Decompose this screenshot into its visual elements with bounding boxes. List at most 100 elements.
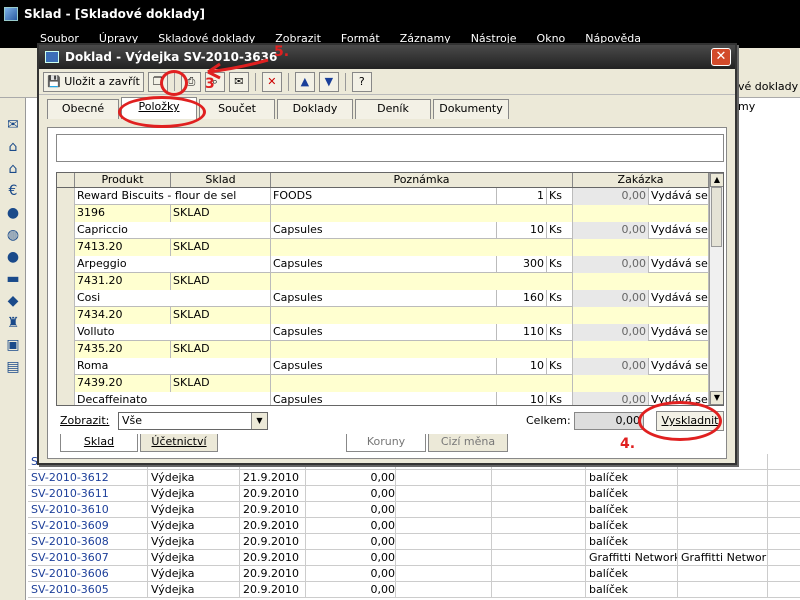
item-store[interactable]: SKLAD (171, 375, 271, 392)
item-unit[interactable]: Ks (547, 222, 573, 239)
bank-icon[interactable]: ⌂ (4, 138, 22, 156)
item-code[interactable]: 7439.20 (75, 375, 171, 392)
shape-icon[interactable]: ◆ (4, 292, 22, 310)
item-code[interactable]: 3196 (75, 205, 171, 222)
item-price[interactable]: 0,00 (573, 324, 649, 341)
item-row[interactable]: Volluto Capsules 110 Ks 0,00 Vydává se (57, 324, 723, 341)
tab-koruny[interactable]: Koruny (346, 434, 426, 452)
person-icon[interactable]: ● (4, 204, 22, 222)
document-row[interactable]: SV-2010-3606 Výdejka 20.9.2010 0,00 balíček (28, 566, 800, 582)
document-row[interactable]: SV-2010-3609 Výdejka 20.9.2010 0,00 balíček (28, 518, 800, 534)
save-close-button[interactable]: 💾 Uložit a zavřít (43, 71, 144, 92)
doc-id[interactable]: SV-2010-3612 (28, 470, 148, 486)
item-row[interactable]: Capriccio Capsules 10 Ks 0,00 Vydává se (57, 222, 723, 239)
item-note[interactable]: Capsules (271, 256, 497, 273)
item-store[interactable]: SKLAD (171, 273, 271, 290)
scroll-up-icon[interactable]: ▲ (710, 173, 723, 187)
tab-cizi-mena[interactable]: Cizí měna (428, 434, 508, 452)
tab-soucet[interactable]: Součet (199, 99, 275, 119)
doc-id[interactable]: SV-2010-3608 (28, 534, 148, 550)
item-note[interactable]: Capsules (271, 392, 497, 405)
tab-denik[interactable]: Deník (355, 99, 431, 119)
item-note[interactable]: Capsules (271, 358, 497, 375)
item-row[interactable]: Roma Capsules 10 Ks 0,00 Vydává se (57, 358, 723, 375)
item-name[interactable]: Decaffeinato (75, 392, 271, 405)
item-note[interactable]: Capsules (271, 290, 497, 307)
document-row[interactable]: SV-2010-3605 Výdejka 20.9.2010 0,00 balíček (28, 582, 800, 598)
move-down-button[interactable]: ▼ (318, 71, 339, 92)
item-action[interactable]: Vydává se (649, 188, 709, 205)
doc-id[interactable]: SV-2010-3607 (28, 550, 148, 566)
help-button[interactable]: ? (351, 71, 372, 92)
item-unit[interactable]: Ks (547, 324, 573, 341)
forklift-icon[interactable]: ♜ (4, 314, 22, 332)
doc-id[interactable]: SV-2010-3610 (28, 502, 148, 518)
item-qty[interactable]: 10 (497, 222, 547, 239)
item-code[interactable]: 7413.20 (75, 239, 171, 256)
item-name[interactable]: Volluto (75, 324, 271, 341)
document-row[interactable]: SV-2010-3607 Výdejka 20.9.2010 0,00 Graffitt… (28, 550, 800, 566)
move-up-button[interactable]: ▲ (294, 71, 315, 92)
document-row[interactable]: SV-2010-3608 Výdejka 20.9.2010 0,00 balíček (28, 534, 800, 550)
item-action[interactable]: Vydává se (649, 324, 709, 341)
group-icon[interactable]: ◍ (4, 226, 22, 244)
item-price[interactable]: 0,00 (573, 290, 649, 307)
document-row[interactable]: SV-2010-3610 Výdejka 20.9.2010 0,00 balíček (28, 502, 800, 518)
item-unit[interactable]: Ks (547, 358, 573, 375)
item-action[interactable]: Vydává se (649, 256, 709, 273)
truck-icon[interactable]: ▣ (4, 336, 22, 354)
item-store[interactable]: SKLAD (171, 239, 271, 256)
item-code[interactable]: 7434.20 (75, 307, 171, 324)
tab-dokumenty[interactable]: Dokumenty (433, 99, 509, 119)
box-icon[interactable]: ▬ (4, 270, 22, 288)
item-name[interactable]: Reward Biscuits - flour de sel (75, 188, 271, 205)
tab-doklady[interactable]: Doklady (277, 99, 353, 119)
col-zakazka[interactable]: Zakázka (573, 173, 709, 187)
item-row[interactable]: Arpeggio Capsules 300 Ks 0,00 Vydává se (57, 256, 723, 273)
circle-icon[interactable]: ● (4, 248, 22, 266)
item-subrow[interactable]: 7434.20 SKLAD (57, 307, 723, 324)
item-qty[interactable]: 1 (497, 188, 547, 205)
item-subrow[interactable]: 3196 SKLAD (57, 205, 723, 222)
doc-id[interactable]: SV-2010-3611 (28, 486, 148, 502)
grid-scrollbar[interactable]: ▲ ▼ (709, 173, 723, 405)
item-row[interactable]: Reward Biscuits - flour de sel FOODS 1 Ks 0,… (57, 188, 723, 205)
item-store[interactable]: SKLAD (171, 307, 271, 324)
tab-obecne[interactable]: Obecné (47, 99, 119, 119)
euro-icon[interactable]: € (4, 182, 22, 200)
item-qty[interactable]: 10 (497, 392, 547, 405)
item-row[interactable]: Cosi Capsules 160 Ks 0,00 Vydává se (57, 290, 723, 307)
item-qty[interactable]: 300 (497, 256, 547, 273)
item-store[interactable]: SKLAD (171, 205, 271, 222)
item-qty[interactable]: 110 (497, 324, 547, 341)
item-row[interactable]: Decaffeinato Capsules 10 Ks 0,00 Vydává se (57, 392, 723, 405)
document-row[interactable]: SV-2010-3611 Výdejka 20.9.2010 0,00 balíček (28, 486, 800, 502)
item-unit[interactable]: Ks (547, 256, 573, 273)
scroll-thumb[interactable] (711, 187, 722, 247)
item-subrow[interactable]: 7431.20 SKLAD (57, 273, 723, 290)
col-poznamka[interactable]: Poznámka (271, 173, 573, 187)
item-unit[interactable]: Ks (547, 290, 573, 307)
col-produkt[interactable]: Produkt (75, 173, 171, 187)
item-action[interactable]: Vydává se (649, 358, 709, 375)
item-price[interactable]: 0,00 (573, 188, 649, 205)
close-button[interactable]: ✕ (711, 48, 731, 66)
item-subrow[interactable]: 7435.20 SKLAD (57, 341, 723, 358)
item-unit[interactable]: Ks (547, 188, 573, 205)
mail-icon[interactable]: ✉ (4, 116, 22, 134)
document-row[interactable]: SV-2010-3612 Výdejka 21.9.2010 0,00 balíček (28, 470, 800, 486)
item-action[interactable]: Vydává se (649, 290, 709, 307)
show-select[interactable]: Vše ▼ (118, 412, 268, 430)
item-subrow[interactable]: 7439.20 SKLAD (57, 375, 723, 392)
item-price[interactable]: 0,00 (573, 222, 649, 239)
col-sklad[interactable]: Sklad (171, 173, 271, 187)
item-unit[interactable]: Ks (547, 392, 573, 405)
item-qty[interactable]: 160 (497, 290, 547, 307)
tab-sklad[interactable]: Sklad (60, 434, 138, 452)
item-name[interactable]: Arpeggio (75, 256, 271, 273)
doc-id[interactable]: SV-2010-3606 (28, 566, 148, 582)
item-price[interactable]: 0,00 (573, 256, 649, 273)
doc-id[interactable]: SV-2010-3605 (28, 582, 148, 598)
item-note[interactable]: Capsules (271, 324, 497, 341)
item-note[interactable]: Capsules (271, 222, 497, 239)
